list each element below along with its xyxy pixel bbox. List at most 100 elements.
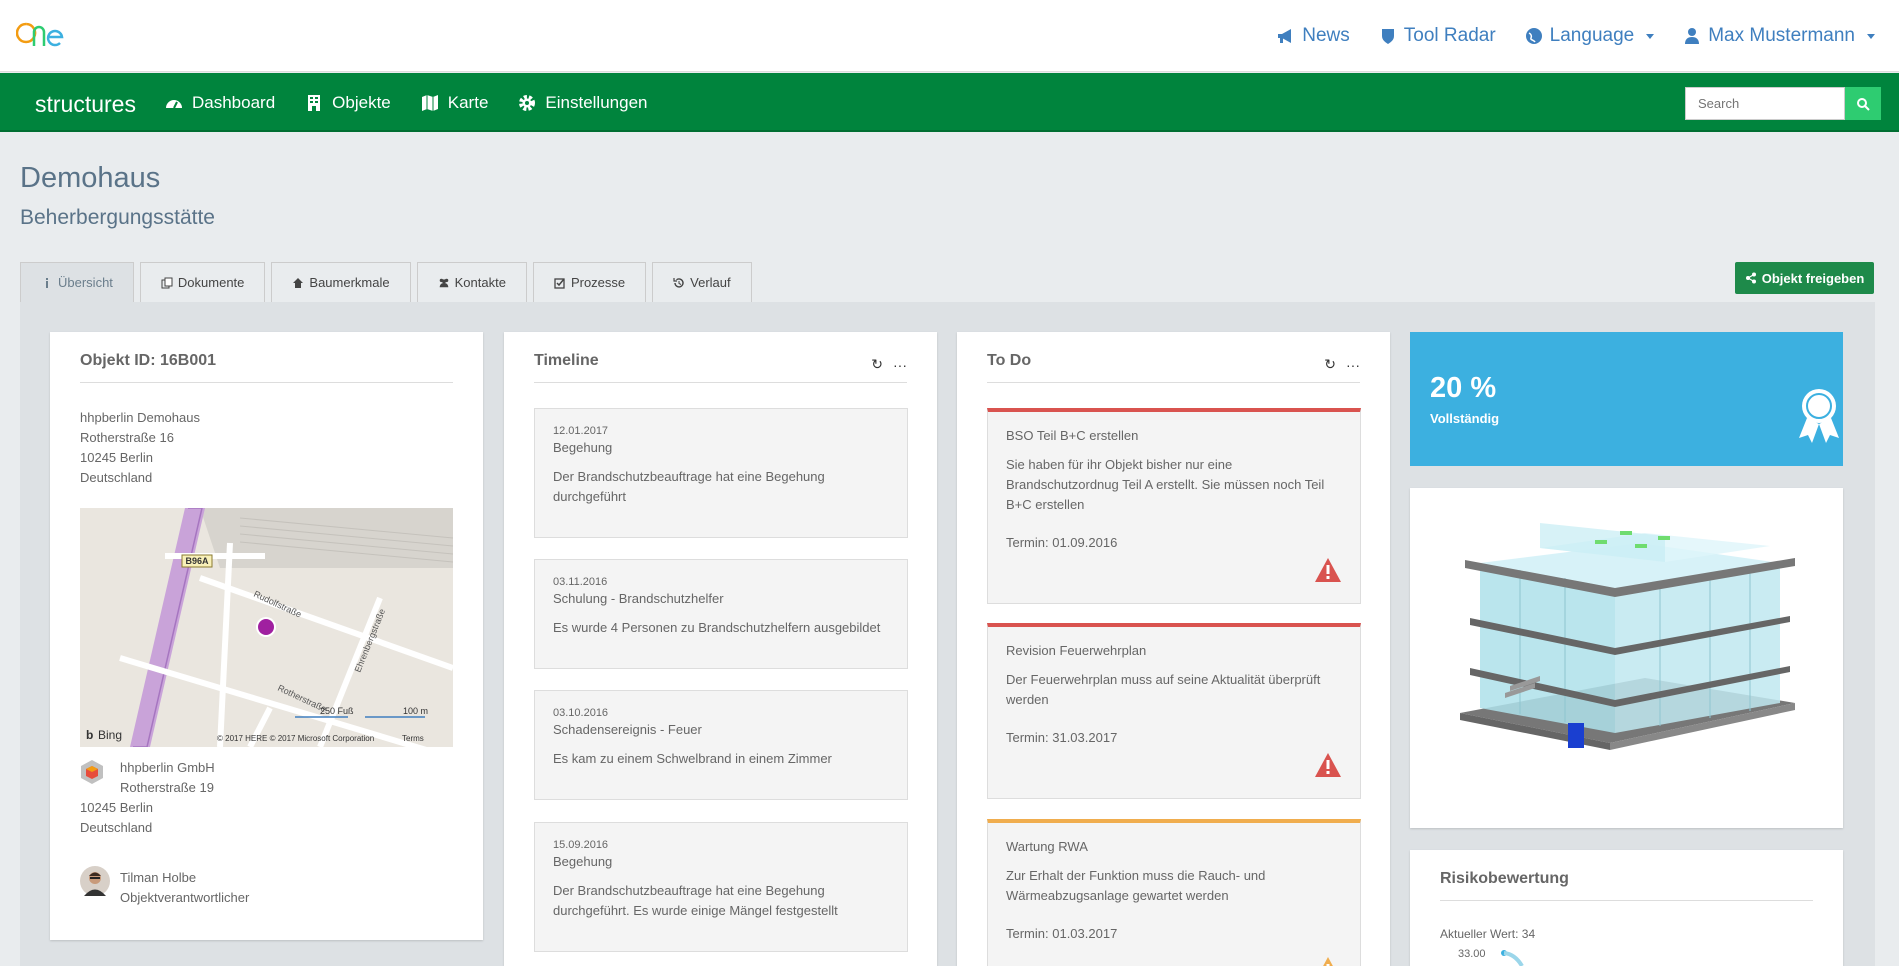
location-map[interactable]: B96A Rudolfstraße Rotherstraße Ehrenberg…: [80, 508, 453, 747]
address-line: Deutschland: [80, 470, 153, 485]
address-line: Rotherstraße 16: [80, 430, 174, 445]
address-line: 10245 Berlin: [80, 450, 153, 465]
building-icon: [308, 94, 321, 111]
dashboard-icon: [166, 99, 182, 108]
responsible-person: Tilman Holbe Objektverantwortlicher: [120, 868, 249, 908]
tab-baumerkmale[interactable]: Baumerkmale: [271, 262, 411, 302]
objekt-freigeben-button[interactable]: Objekt freigeben: [1735, 262, 1874, 294]
brand-link[interactable]: structures: [35, 91, 136, 118]
map-terms-link[interactable]: Terms: [402, 734, 424, 743]
timeline-text: Der Brandschutzbeauftrage hat eine Begeh…: [553, 883, 838, 918]
company-logo: [81, 760, 103, 784]
tab-uebersicht[interactable]: Übersicht: [20, 262, 134, 302]
history-icon: [673, 277, 684, 288]
todo-title: BSO Teil B+C erstellen: [1006, 428, 1139, 443]
map-scale-ft: 250 Fuß: [320, 706, 354, 716]
company-name: hhpberlin GmbH: [120, 760, 215, 775]
refresh-icon[interactable]: ↻: [1324, 356, 1336, 373]
building-model-card: [1410, 488, 1843, 828]
todo-card: To Do ↻ ··· BSO Teil B+C erstellen Sie h…: [957, 332, 1390, 966]
language-label: Language: [1549, 25, 1635, 46]
map-copyright: © 2017 HERE © 2017 Microsoft Corporation: [217, 734, 374, 743]
company-street: Rotherstraße 19: [120, 780, 214, 795]
avatar[interactable]: [80, 866, 110, 896]
nav-karte[interactable]: Karte: [421, 92, 489, 113]
risk-card: Risikobewertung Aktueller Wert: 34 33.00: [1410, 850, 1843, 966]
search-input[interactable]: [1685, 87, 1845, 120]
tab-label: Kontakte: [454, 275, 506, 290]
checkbox-icon: [554, 277, 565, 289]
todo-item[interactable]: BSO Teil B+C erstellen Sie haben für ihr…: [987, 408, 1361, 604]
tab-verlauf[interactable]: Verlauf: [652, 262, 752, 302]
page-title: Demohaus: [20, 162, 161, 194]
completion-label: Vollständig: [1430, 411, 1500, 426]
timeline-item[interactable]: 15.09.2016 Begehung Der Brandschutzbeauf…: [534, 822, 908, 952]
todo-text: Zur Erhalt der Funktion muss die Rauch- …: [1006, 868, 1266, 903]
timeline-date: 12.01.2017: [553, 425, 609, 437]
refresh-icon[interactable]: ↻: [871, 356, 883, 373]
award-icon: [1799, 389, 1839, 443]
objekt-address: hhpberlin Demohaus Rotherstraße 16 10245…: [80, 408, 200, 488]
completion-percent: 20 %: [1430, 372, 1497, 404]
news-link[interactable]: News: [1276, 25, 1350, 47]
company-address: 10245 Berlin Deutschland: [80, 798, 153, 838]
bing-logo: Bing: [98, 728, 122, 742]
nav-einstellungen[interactable]: Einstellungen: [518, 93, 647, 113]
address-line: hhpberlin Demohaus: [80, 410, 200, 425]
main-navbar: structures Dashboard Objekte Karte Einst…: [0, 73, 1899, 132]
person-role: Objektverantwortlicher: [120, 890, 250, 905]
users-icon: [439, 278, 448, 287]
map-scale-m: 100 m: [403, 706, 428, 716]
todo-title: Revision Feuerwehrplan: [1006, 643, 1147, 658]
tab-kontakte[interactable]: Kontakte: [416, 262, 527, 302]
risk-current-value: Aktueller Wert: 34: [1440, 927, 1536, 941]
tab-dokumente[interactable]: Dokumente: [139, 262, 266, 302]
timeline-title: Begehung: [553, 854, 613, 869]
top-bar: News Tool Radar Language Max Mustermann: [0, 0, 1899, 72]
todo-text: Sie haben für ihr Objekt bisher nur eine…: [1006, 457, 1325, 512]
completion-stat: 20 % Vollständig: [1410, 332, 1843, 466]
risk-chart: [1501, 950, 1524, 966]
tab-label: Prozesse: [570, 275, 626, 290]
user-label: Max Mustermann: [1708, 25, 1855, 46]
timeline-date: 15.09.2016: [553, 839, 609, 851]
tool-radar-link[interactable]: Tool Radar: [1378, 25, 1496, 47]
company-block: hhpberlin GmbH Rotherstraße 19: [120, 758, 215, 798]
timeline-item[interactable]: 03.11.2016 Schulung - Brandschutzhelfer …: [534, 559, 908, 669]
documents-icon: [161, 277, 173, 288]
search-button[interactable]: [1845, 87, 1881, 120]
shield-icon: [1381, 29, 1394, 44]
company-country: Deutschland: [80, 820, 153, 835]
more-icon[interactable]: ···: [1346, 357, 1360, 373]
building-3d-model[interactable]: [1410, 488, 1843, 828]
todo-item[interactable]: Wartung RWA Zur Erhalt der Funktion muss…: [987, 819, 1361, 966]
todo-termin: Termin: 31.03.2017: [1006, 730, 1118, 745]
timeline-text: Es wurde 4 Personen zu Brandschutzhelfer…: [553, 620, 881, 635]
nav-objekte[interactable]: Objekte: [305, 93, 391, 113]
tool-radar-label: Tool Radar: [1403, 25, 1496, 46]
nav-karte-label: Karte: [447, 92, 489, 112]
language-dropdown[interactable]: Language: [1524, 25, 1655, 47]
timeline-item[interactable]: 12.01.2017 Begehung Der Brandschutzbeauf…: [534, 408, 908, 538]
warning-icon: [1323, 957, 1333, 966]
timeline-date: 03.10.2016: [553, 707, 609, 719]
tab-label: Übersicht: [58, 275, 113, 290]
nav-dashboard[interactable]: Dashboard: [165, 93, 275, 113]
info-icon: [46, 277, 48, 288]
top-nav: News Tool Radar Language Max Mustermann: [1276, 0, 1875, 72]
map-icon: [421, 94, 438, 111]
risk-tick: 33.00: [1458, 948, 1486, 960]
timeline-item[interactable]: 03.10.2016 Schadensereignis - Feuer Es k…: [534, 690, 908, 800]
company-city: 10245 Berlin: [80, 800, 153, 815]
timeline-text: Es kam zu einem Schwelbrand in einem Zim…: [553, 751, 832, 766]
chevron-down-icon: [1867, 33, 1875, 39]
tab-label: Verlauf: [690, 275, 731, 290]
more-icon[interactable]: ···: [893, 357, 907, 373]
tab-prozesse[interactable]: Prozesse: [532, 262, 647, 302]
one-logo[interactable]: [16, 16, 68, 50]
todo-termin: Termin: 01.03.2017: [1006, 926, 1118, 941]
user-dropdown[interactable]: Max Mustermann: [1682, 25, 1875, 47]
home-icon: [293, 277, 304, 288]
chevron-down-icon: [1646, 33, 1655, 39]
todo-item[interactable]: Revision Feuerwehrplan Der Feuerwehrplan…: [987, 623, 1361, 799]
